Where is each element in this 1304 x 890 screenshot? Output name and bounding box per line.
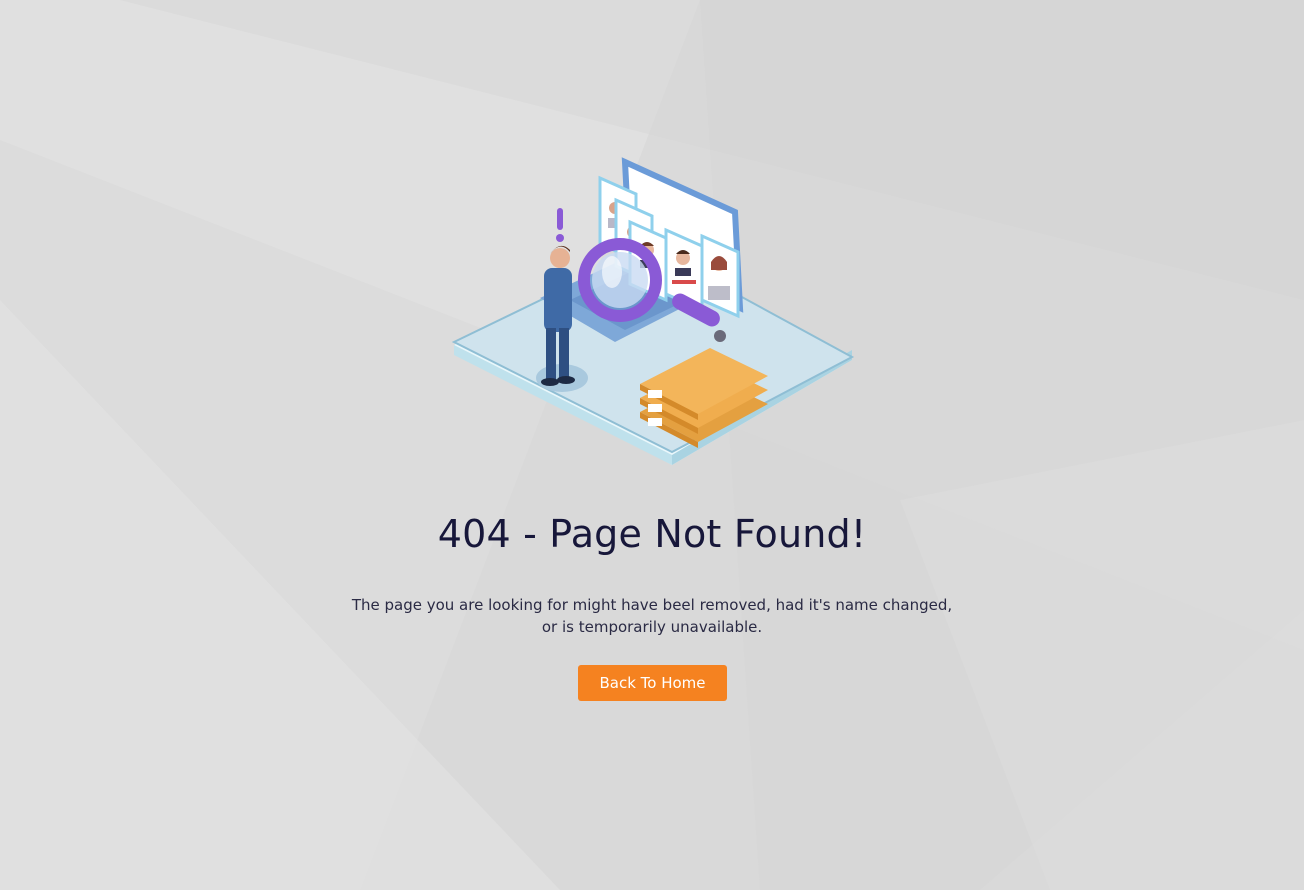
description-line-1: The page you are looking for might have …	[351, 596, 953, 614]
description-line-2: or is temporarily unavailable.	[541, 618, 763, 636]
page-title: 404 - Page Not Found!	[437, 512, 867, 556]
error-description: The page you are looking for might have …	[300, 594, 1004, 638]
search-profiles-illustration	[451, 157, 855, 465]
back-to-home-button[interactable]: Back To Home	[578, 665, 727, 701]
